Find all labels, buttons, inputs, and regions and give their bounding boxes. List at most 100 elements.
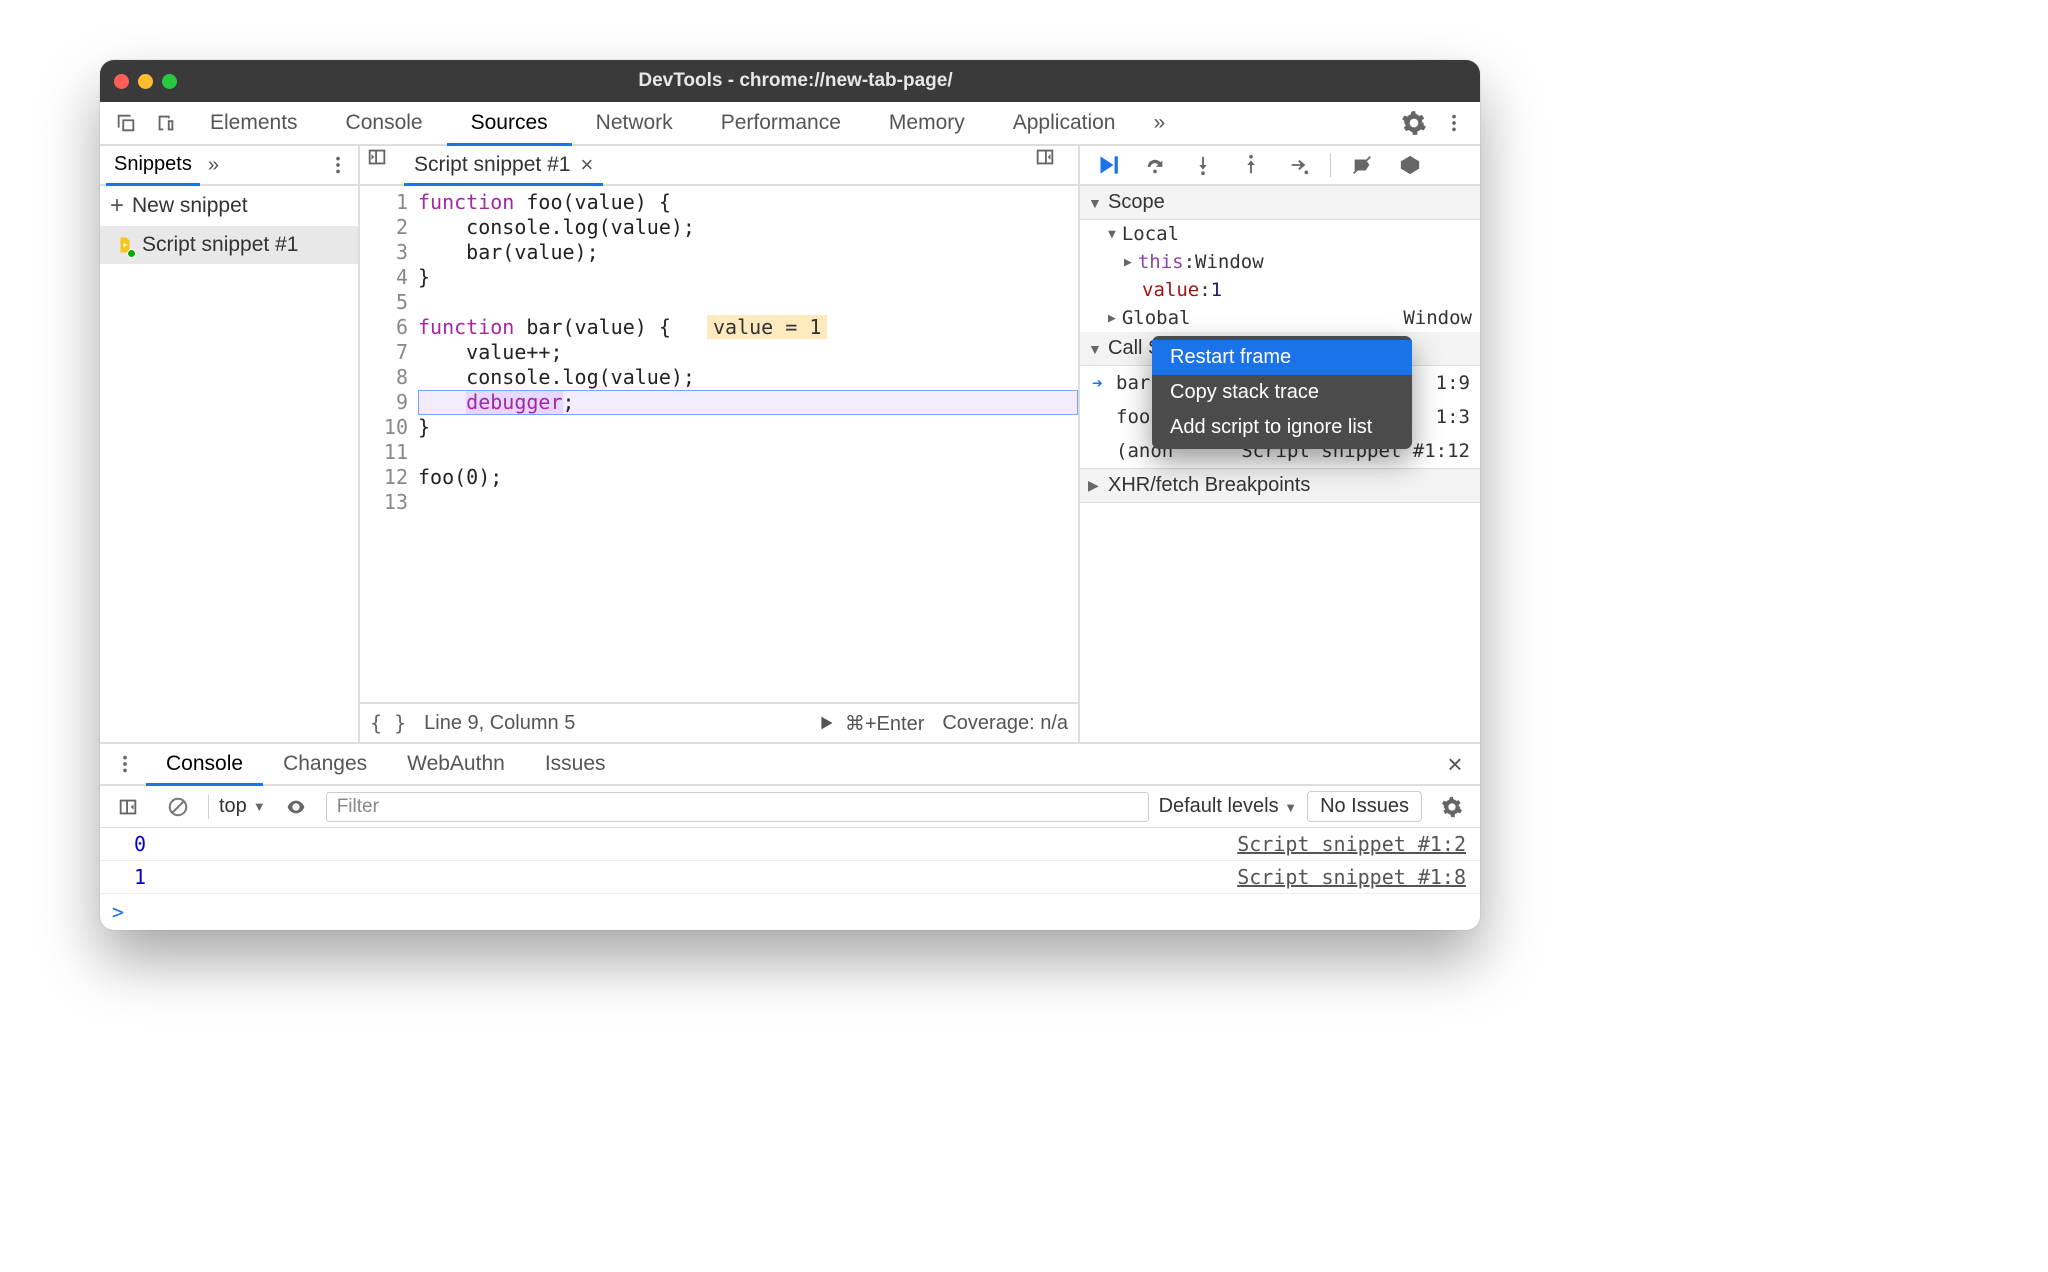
snippet-item-label: Script snippet #1 <box>142 233 298 257</box>
settings-icon[interactable] <box>1394 102 1434 144</box>
tab-network[interactable]: Network <box>572 102 697 144</box>
pause-on-exceptions-button[interactable] <box>1389 154 1431 176</box>
line-gutter: 12345678910111213 <box>360 190 418 702</box>
editor-panel: Script snippet #1 × 12345678910111213 fu… <box>360 146 1080 742</box>
scope-global-value: Window <box>1403 307 1472 329</box>
navigator-panel: Snippets » + New snippet <box>100 146 360 742</box>
resume-button[interactable] <box>1086 152 1128 178</box>
console-message[interactable]: 1 Script snippet #1:8 <box>100 861 1480 894</box>
scope-local[interactable]: ▼ Local <box>1080 220 1480 248</box>
current-frame-icon: ➔ <box>1092 373 1108 394</box>
maximize-window-button[interactable] <box>162 74 177 89</box>
scope-global[interactable]: ▶ Global Window <box>1080 304 1480 332</box>
scope-var-key: value <box>1142 279 1199 301</box>
deactivate-breakpoints-button[interactable] <box>1341 154 1383 176</box>
tab-application[interactable]: Application <box>989 102 1140 144</box>
step-out-button[interactable] <box>1230 154 1272 176</box>
kebab-menu-icon[interactable] <box>1434 102 1474 144</box>
xhr-header-label: XHR/fetch Breakpoints <box>1108 474 1310 497</box>
debugger-toolbar <box>1080 146 1480 186</box>
scope-var-this[interactable]: ▶ this: Window <box>1080 248 1480 276</box>
close-window-button[interactable] <box>114 74 129 89</box>
step-into-button[interactable] <box>1182 154 1224 176</box>
scope-local-label: Local <box>1122 223 1179 245</box>
chevron-right-icon: ▶ <box>1088 477 1102 494</box>
frame-location: 1:3 <box>1436 406 1470 428</box>
run-snippet-hint: ⌘+Enter <box>845 711 924 736</box>
tab-performance[interactable]: Performance <box>697 102 865 144</box>
console-settings-icon[interactable] <box>1432 796 1472 818</box>
tab-sources[interactable]: Sources <box>447 102 572 146</box>
drawer-tab-console[interactable]: Console <box>146 744 263 786</box>
drawer-tab-issues[interactable]: Issues <box>525 744 626 784</box>
snippet-file-icon <box>116 234 134 256</box>
scope-header-label: Scope <box>1108 191 1165 214</box>
drawer-tab-webauthn[interactable]: WebAuthn <box>387 744 525 784</box>
console-sidebar-toggle-icon[interactable] <box>108 796 148 818</box>
drawer: Console Changes WebAuthn Issues × top ▼ <box>100 744 1480 930</box>
pretty-print-icon[interactable]: { } <box>370 711 406 735</box>
console-context-label: top <box>219 795 247 818</box>
frame-location: 1:9 <box>1436 372 1470 394</box>
step-over-button[interactable] <box>1134 154 1176 176</box>
scope-var-value-row[interactable]: value: 1 <box>1080 276 1480 304</box>
frame-name: foo <box>1116 406 1150 428</box>
tab-elements[interactable]: Elements <box>186 102 322 144</box>
menu-item-copy-stack-trace[interactable]: Copy stack trace <box>1152 375 1412 410</box>
minimize-window-button[interactable] <box>138 74 153 89</box>
xhr-section-header[interactable]: ▶ XHR/fetch Breakpoints <box>1080 468 1480 503</box>
code-lines[interactable]: function foo(value) { console.log(value)… <box>418 190 1078 702</box>
console-levels-selector[interactable]: Default levels ▼ <box>1159 795 1298 818</box>
console-message[interactable]: 0 Script snippet #1:2 <box>100 828 1480 861</box>
tab-memory[interactable]: Memory <box>865 102 989 144</box>
scope-global-label: Global <box>1122 307 1191 329</box>
close-tab-icon[interactable]: × <box>580 152 593 178</box>
coverage-label: Coverage: n/a <box>942 712 1068 735</box>
scope-section-header[interactable]: ▼ Scope <box>1080 186 1480 220</box>
tab-console[interactable]: Console <box>322 102 447 144</box>
file-tab[interactable]: Script snippet #1 × <box>404 146 603 186</box>
toggle-debugger-icon[interactable] <box>1034 146 1072 184</box>
menu-item-restart-frame[interactable]: Restart frame <box>1152 340 1412 375</box>
console-prompt[interactable]: > <box>100 894 1480 930</box>
console-context-selector[interactable]: top ▼ <box>219 795 266 818</box>
navigator-kebab-icon[interactable] <box>318 146 358 184</box>
new-snippet-button[interactable]: + New snippet <box>100 186 358 226</box>
chevron-down-icon: ▼ <box>1108 227 1116 242</box>
chevron-right-icon: ▶ <box>1108 311 1116 326</box>
console-filter-placeholder: Filter <box>337 796 379 818</box>
console-toolbar: top ▼ Filter Default levels ▼ No Issues <box>100 786 1480 828</box>
window-title: DevTools - chrome://new-tab-page/ <box>187 70 1404 92</box>
console-filter-input[interactable]: Filter <box>326 792 1149 822</box>
console-source-link[interactable]: Script snippet #1:8 <box>1237 865 1466 889</box>
console-levels-label: Default levels <box>1159 795 1279 817</box>
drawer-kebab-icon[interactable] <box>104 744 146 784</box>
inspect-element-icon[interactable] <box>106 102 146 144</box>
device-toolbar-icon[interactable] <box>146 102 186 144</box>
menu-item-add-to-ignore-list[interactable]: Add script to ignore list <box>1152 410 1412 445</box>
no-issues-button[interactable]: No Issues <box>1307 791 1422 822</box>
new-snippet-label: New snippet <box>132 194 248 218</box>
drawer-tab-changes[interactable]: Changes <box>263 744 387 784</box>
clear-console-icon[interactable] <box>158 796 198 818</box>
scope-var-key: this <box>1138 251 1184 273</box>
chevron-down-icon: ▼ <box>1088 195 1102 211</box>
scope-var-value: 1 <box>1211 279 1222 301</box>
chevron-down-icon: ▼ <box>1088 341 1102 357</box>
toggle-navigator-icon[interactable] <box>366 146 404 184</box>
drawer-close-icon[interactable]: × <box>1434 744 1476 784</box>
plus-icon: + <box>110 194 124 218</box>
console-source-link[interactable]: Script snippet #1:2 <box>1237 832 1466 856</box>
main-tabs: Elements Console Sources Network Perform… <box>100 102 1480 146</box>
run-snippet-button[interactable]: ⌘+Enter <box>815 711 924 736</box>
snippet-item[interactable]: Script snippet #1 <box>100 226 358 264</box>
code-editor[interactable]: 12345678910111213 function foo(value) { … <box>360 186 1078 702</box>
tabs-overflow[interactable]: » <box>1139 102 1179 144</box>
frame-name: bar <box>1116 372 1150 394</box>
live-expression-icon[interactable] <box>276 796 316 818</box>
navigator-tab-snippets[interactable]: Snippets <box>106 146 200 186</box>
step-button[interactable] <box>1278 154 1320 176</box>
console-output: 0 Script snippet #1:2 1 Script snippet #… <box>100 828 1480 930</box>
window-titlebar: DevTools - chrome://new-tab-page/ <box>100 60 1480 102</box>
navigator-tabs-overflow[interactable]: » <box>208 146 219 184</box>
